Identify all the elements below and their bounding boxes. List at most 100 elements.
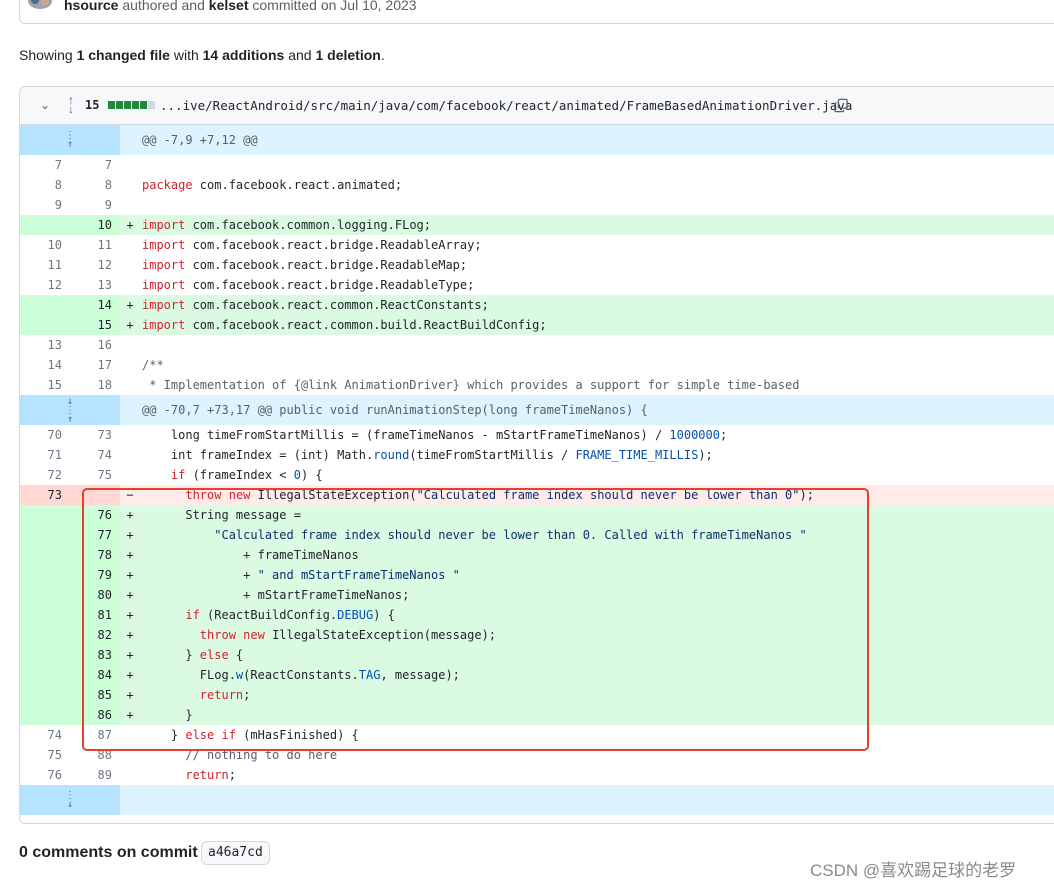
new-line-number[interactable]: 14	[70, 295, 120, 315]
new-line-number[interactable]: 17	[70, 355, 120, 375]
code-text: import com.facebook.react.bridge.Readabl…	[142, 238, 482, 252]
new-line-number[interactable]: 18	[70, 375, 120, 395]
code-text: + frameTimeNanos	[142, 548, 359, 562]
new-line-number[interactable]: 89	[70, 765, 120, 785]
old-line-number[interactable]	[20, 215, 70, 235]
new-line-number[interactable]: 79	[70, 565, 120, 585]
change-count: 15	[85, 98, 100, 112]
summary-prefix: Showing	[19, 47, 73, 63]
context-line: 72 75 if (frameIndex < 0) {	[20, 465, 1054, 485]
old-line-number[interactable]	[20, 295, 70, 315]
code-text: } else {	[142, 648, 244, 662]
hunk-text: @@ -7,9 +7,12 @@	[142, 133, 258, 147]
new-line-number[interactable]: 85	[70, 685, 120, 705]
old-line-number[interactable]	[20, 685, 70, 705]
old-line-number[interactable]: 72	[20, 465, 70, 485]
avatar[interactable]	[28, 0, 52, 9]
old-line-number[interactable]	[20, 315, 70, 335]
new-line-number[interactable]: 10	[70, 215, 120, 235]
diff-marker: +	[126, 568, 134, 582]
old-line-number[interactable]: 76	[20, 765, 70, 785]
added-line: 83 + } else {	[20, 645, 1054, 665]
old-line-number[interactable]	[20, 585, 70, 605]
diff-marker: +	[126, 588, 134, 602]
old-line-number[interactable]	[20, 665, 70, 685]
old-line-number[interactable]: 9	[20, 195, 70, 215]
old-line-number[interactable]: 7	[20, 155, 70, 175]
expand-all-icon[interactable]: ↑ ↓	[64, 94, 78, 115]
new-line-number[interactable]: 12	[70, 255, 120, 275]
new-line-number[interactable]: 82	[70, 625, 120, 645]
new-line-number[interactable]: 76	[70, 505, 120, 525]
old-line-number[interactable]: 75	[20, 745, 70, 765]
old-line-number[interactable]: 8	[20, 175, 70, 195]
old-line-number[interactable]: 73	[20, 485, 70, 505]
new-line-number[interactable]: 77	[70, 525, 120, 545]
diff-marker: +	[126, 688, 134, 702]
added-line: 84 + FLog.w(ReactConstants.TAG, message);	[20, 665, 1054, 685]
author-link[interactable]: hsource	[64, 0, 118, 13]
context-line: 77	[20, 155, 1054, 175]
deleted-line: 73 − throw new IllegalStateException("Cal…	[20, 485, 1054, 505]
new-line-number[interactable]: 16	[70, 335, 120, 355]
new-line-number[interactable]: 88	[70, 745, 120, 765]
file-header: ⌄ ↑ ↓ 15 ...ive/ReactAndroid/src/main/jav…	[20, 87, 1054, 125]
code-text: if (frameIndex < 0) {	[170, 468, 323, 482]
file-diff: ⌄ ↑ ↓ 15 ...ive/ReactAndroid/src/main/jav…	[19, 86, 1054, 824]
code-text: import com.facebook.react.bridge.Readabl…	[142, 278, 475, 292]
code-text: + " and mStartFrameTimeNanos "	[142, 568, 460, 582]
expand-lines-icon[interactable]: ↓ ⋮ ↑	[20, 395, 120, 425]
new-line-number[interactable]: 75	[70, 465, 120, 485]
new-line-number[interactable]: 80	[70, 585, 120, 605]
new-line-number[interactable]: 15	[70, 315, 120, 335]
new-line-number[interactable]: 7	[70, 155, 120, 175]
old-line-number[interactable]: 12	[20, 275, 70, 295]
new-line-number[interactable]	[70, 485, 120, 505]
old-line-number[interactable]: 71	[20, 445, 70, 465]
old-line-number[interactable]	[20, 545, 70, 565]
old-line-number[interactable]: 70	[20, 425, 70, 445]
old-line-number[interactable]: 10	[20, 235, 70, 255]
expand-lines-icon[interactable]: ⋮ ↓	[20, 785, 120, 815]
old-line-number[interactable]	[20, 705, 70, 725]
diffstat-added-block	[132, 101, 139, 109]
old-line-number[interactable]	[20, 625, 70, 645]
old-line-number[interactable]	[20, 565, 70, 585]
old-line-number[interactable]: 14	[20, 355, 70, 375]
code-text: package com.facebook.react.animated;	[142, 178, 403, 192]
new-line-number[interactable]: 74	[70, 445, 120, 465]
old-line-number[interactable]: 74	[20, 725, 70, 745]
code-text: /**	[142, 358, 164, 372]
diffstat-added-block	[124, 101, 131, 109]
new-line-number[interactable]: 84	[70, 665, 120, 685]
old-line-number[interactable]: 11	[20, 255, 70, 275]
new-line-number[interactable]: 87	[70, 725, 120, 745]
chevron-down-icon[interactable]: ⌄	[40, 98, 50, 112]
hunk-text: @@ -70,7 +73,17 @@ public void runAnimat…	[142, 403, 648, 417]
old-line-number[interactable]	[20, 605, 70, 625]
new-line-number[interactable]: 13	[70, 275, 120, 295]
diffstat-added-block	[108, 101, 115, 109]
old-line-number[interactable]	[20, 645, 70, 665]
new-line-number[interactable]: 83	[70, 645, 120, 665]
new-line-number[interactable]: 73	[70, 425, 120, 445]
diff-marker: +	[126, 298, 134, 312]
committer-link[interactable]: kelset	[209, 0, 249, 13]
context-line: 14 17 /**	[20, 355, 1054, 375]
old-line-number[interactable]	[20, 525, 70, 545]
new-line-number[interactable]: 86	[70, 705, 120, 725]
code-text: import com.facebook.react.common.build.R…	[142, 318, 547, 332]
old-line-number[interactable]	[20, 505, 70, 525]
new-line-number[interactable]: 78	[70, 545, 120, 565]
commit-header: hsource authored and kelset committed on…	[19, 0, 1054, 24]
old-line-number[interactable]: 15	[20, 375, 70, 395]
new-line-number[interactable]: 81	[70, 605, 120, 625]
commit-sha[interactable]: a46a7cd	[201, 841, 270, 865]
new-line-number[interactable]: 8	[70, 175, 120, 195]
old-line-number[interactable]: 13	[20, 335, 70, 355]
copy-icon[interactable]	[834, 98, 848, 113]
new-line-number[interactable]: 11	[70, 235, 120, 255]
expand-lines-icon[interactable]: ⋮ ↑	[20, 125, 120, 155]
file-path[interactable]: ...ive/ReactAndroid/src/main/java/com/fa…	[160, 98, 852, 113]
new-line-number[interactable]: 9	[70, 195, 120, 215]
